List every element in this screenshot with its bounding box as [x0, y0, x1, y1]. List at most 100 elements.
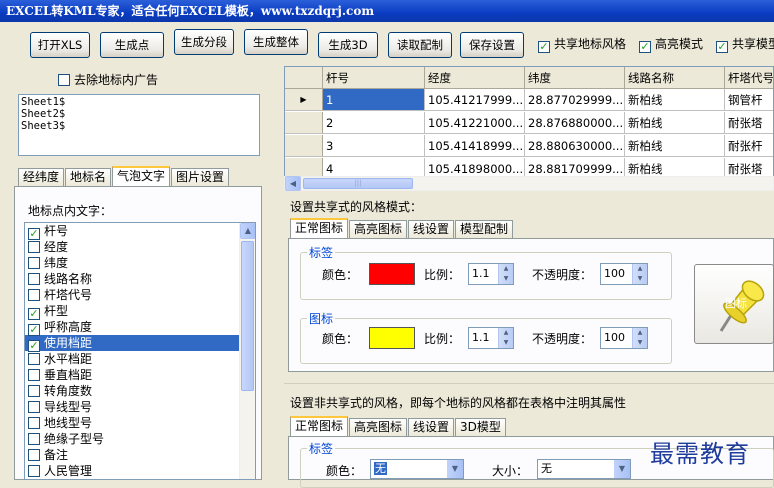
icon-picker-button[interactable]: 图标 — [694, 264, 774, 344]
generate-segments-button[interactable]: 生成分段 — [174, 29, 234, 55]
tab-bubble-text[interactable]: 气泡文字 — [112, 166, 171, 186]
table-cell[interactable]: 28.880630000... — [525, 135, 625, 157]
table-cell[interactable]: 2 — [323, 112, 425, 134]
checkbox-box[interactable] — [28, 353, 40, 365]
field-checklist-item[interactable]: 垂直档距 — [25, 367, 255, 383]
checkmark-icon[interactable]: ✓ — [28, 324, 40, 336]
open-xls-button[interactable]: 打开XLS — [30, 32, 90, 58]
table-cell[interactable]: 耐张塔 — [725, 112, 773, 134]
checkbox-box[interactable] — [28, 401, 40, 413]
field-checklist-item[interactable]: 水平档距 — [25, 351, 255, 367]
nonshared-color-select[interactable]: 无 ▼ — [370, 459, 464, 479]
generate-3d-button[interactable]: 生成3D — [318, 32, 378, 58]
sheet-item[interactable]: Sheet1$ — [21, 96, 257, 108]
tab-normal-icon[interactable]: 正常图标 — [290, 416, 349, 436]
checkbox-box[interactable] — [28, 433, 40, 445]
field-checklist-item[interactable]: ✓ 使用档距 — [25, 335, 255, 352]
checkmark-icon[interactable]: ✓ — [28, 228, 40, 240]
scroll-thumb[interactable] — [241, 241, 254, 391]
remove-ads-checkbox[interactable]: 去除地标内广告 — [58, 73, 158, 87]
spinner-arrows-icon[interactable]: ▲ ▼ — [632, 328, 647, 348]
spinner-arrows-icon[interactable]: ▲ ▼ — [498, 328, 513, 348]
column-header[interactable]: 杆塔代号 — [725, 67, 773, 89]
table-cell[interactable]: 3 — [323, 135, 425, 157]
table-cell[interactable]: 105.41418999... — [425, 135, 525, 157]
column-header[interactable]: 纬度 — [525, 67, 625, 89]
field-checklist-item[interactable]: 杆塔代号 — [25, 287, 255, 303]
table-cell[interactable]: 105.41217999... — [425, 89, 525, 111]
tab-image-settings[interactable]: 图片设置 — [171, 168, 230, 186]
checkbox-box[interactable] — [28, 417, 40, 429]
field-checklist-item[interactable]: 绝缘子型号 — [25, 431, 255, 447]
field-checklist-item[interactable]: 转角度数 — [25, 383, 255, 399]
table-cell[interactable]: 28.876880000... — [525, 112, 625, 134]
generate-whole-button[interactable]: 生成整体 — [244, 29, 308, 55]
field-checklist-item[interactable]: 纬度 — [25, 255, 255, 271]
checkbox-box[interactable] — [28, 273, 40, 285]
icon-opacity-spinner[interactable]: 100 ▲ ▼ — [600, 327, 648, 349]
checkbox-box[interactable] — [28, 289, 40, 301]
row-header[interactable] — [285, 135, 323, 157]
tab-normal-icon[interactable]: 正常图标 — [290, 218, 349, 238]
tab-highlight-icon[interactable]: 高亮图标 — [349, 220, 408, 238]
checkbox-box[interactable] — [28, 385, 40, 397]
table-cell[interactable]: 28.877029999... — [525, 89, 625, 111]
label-color-swatch[interactable] — [369, 263, 415, 285]
scroll-left-icon[interactable]: ◀ — [285, 176, 301, 191]
label-opacity-spinner[interactable]: 100 ▲ ▼ — [600, 263, 648, 285]
tab-placemark-name[interactable]: 地标名 — [65, 168, 112, 186]
field-checklist-item[interactable]: ✓ 杆号 — [25, 223, 255, 240]
sheet-list[interactable]: Sheet1$ Sheet2$ Sheet3$ — [18, 94, 260, 156]
nonshared-size-select[interactable]: 无 ▼ — [537, 459, 631, 479]
spinner-arrows-icon[interactable]: ▲ ▼ — [498, 264, 513, 284]
tab-model-config[interactable]: 模型配制 — [455, 220, 514, 238]
generate-points-button[interactable]: 生成点 — [100, 32, 164, 58]
field-checklist-item[interactable]: ✓ 杆型 — [25, 303, 255, 320]
read-config-button[interactable]: 读取配制 — [388, 32, 452, 58]
table-row[interactable]: 2 105.41221000... 28.876880000... 新柏线 耐张塔 — [285, 112, 773, 134]
spinner-arrows-icon[interactable]: ▲ ▼ — [632, 264, 647, 284]
field-checklist-item[interactable]: ✓ 呼称高度 — [25, 319, 255, 336]
table-cell[interactable]: 1 — [323, 89, 425, 111]
tab-line-settings[interactable]: 线设置 — [408, 418, 455, 436]
checkmark-icon[interactable]: ✓ — [28, 308, 40, 320]
table-cell[interactable]: 钢管杆 — [725, 89, 773, 111]
icon-scale-spinner[interactable]: 1.1 ▲ ▼ — [468, 327, 514, 349]
shared-style-checkbox[interactable]: ✓ 共享地标风格 — [538, 37, 626, 53]
checkbox-box[interactable] — [28, 257, 40, 269]
checkbox-box[interactable] — [28, 465, 40, 477]
table-cell[interactable]: 新柏线 — [625, 135, 725, 157]
checkbox-box[interactable] — [28, 241, 40, 253]
label-scale-spinner[interactable]: 1.1 ▲ ▼ — [468, 263, 514, 285]
table-cell[interactable]: 新柏线 — [625, 112, 725, 134]
data-grid[interactable]: 杆号 经度 纬度 线路名称 杆塔代号 ▶ 1 105.41217999... 28.8… — [284, 66, 774, 190]
tab-highlight-icon[interactable]: 高亮图标 — [349, 418, 408, 436]
tab-line-settings[interactable]: 线设置 — [408, 220, 455, 238]
chevron-down-icon[interactable]: ▼ — [447, 460, 463, 478]
checkbox-box[interactable] — [28, 369, 40, 381]
sheet-item[interactable]: Sheet2$ — [21, 108, 257, 120]
field-checklist-item[interactable]: 地线型号 — [25, 415, 255, 431]
column-header[interactable]: 经度 — [425, 67, 525, 89]
highlight-mode-checkbox[interactable]: ✓ 高亮模式 — [639, 37, 703, 53]
icon-color-swatch[interactable] — [369, 327, 415, 349]
shared-model-checkbox[interactable]: ✓ 共享模型 — [716, 37, 774, 53]
chevron-down-icon[interactable]: ▼ — [614, 460, 630, 478]
field-checklist-item[interactable]: 导线型号 — [25, 399, 255, 415]
row-header[interactable] — [285, 112, 323, 134]
sheet-item[interactable]: Sheet3$ — [21, 120, 257, 132]
field-checklist-item[interactable]: 备注 — [25, 447, 255, 463]
table-row[interactable]: ▶ 1 105.41217999... 28.877029999... 新柏线 钢管杆 — [285, 89, 773, 111]
field-checklist-item[interactable]: 线路名称 — [25, 271, 255, 287]
grid-horizontal-scrollbar[interactable]: ◀ ||| — [284, 176, 774, 191]
current-row-indicator-icon[interactable]: ▶ — [285, 89, 323, 111]
scroll-thumb[interactable]: ||| — [303, 178, 413, 189]
checkbox-box[interactable] — [28, 449, 40, 461]
table-row[interactable]: 3 105.41418999... 28.880630000... 新柏线 耐张杆 — [285, 135, 773, 157]
table-cell[interactable]: 105.41221000... — [425, 112, 525, 134]
field-checklist-item[interactable]: 经度 — [25, 239, 255, 255]
tab-3d-model[interactable]: 3D模型 — [455, 418, 506, 436]
tab-latlng[interactable]: 经纬度 — [18, 168, 65, 186]
table-cell[interactable]: 新柏线 — [625, 89, 725, 111]
table-cell[interactable]: 耐张杆 — [725, 135, 773, 157]
